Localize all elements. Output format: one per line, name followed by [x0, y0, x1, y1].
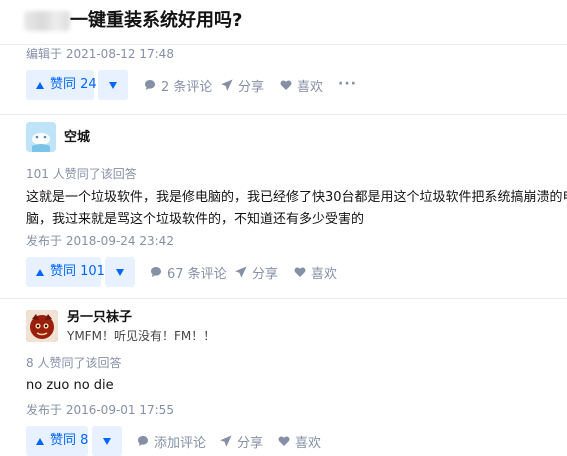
author-name[interactable]: 空城 [64, 129, 90, 147]
downvote-button[interactable] [105, 257, 135, 287]
answer-content: no zuo no die [26, 375, 546, 397]
arrow-down-icon [109, 82, 117, 89]
share-button[interactable]: 分享 [221, 75, 264, 95]
arrow-down-icon [116, 269, 124, 276]
upvote-button[interactable]: 赞同 101 [26, 257, 105, 287]
comment-label: 添加评论 [154, 435, 207, 451]
content-line: 这就是一个垃圾软件，我是修电脑的，我已经修了快30台都是用这个垃圾软件把系统搞崩… [26, 190, 567, 205]
arrow-up-icon [36, 437, 44, 445]
heart-icon [294, 267, 306, 277]
upvote-button[interactable]: 赞同 24 [26, 70, 97, 100]
arrow-up-icon [36, 268, 44, 276]
blurred-title-prefix [24, 11, 70, 31]
like-button[interactable]: 喜欢 [278, 431, 321, 451]
like-label: 喜欢 [297, 79, 324, 95]
question-header: 一键重装系统好用吗? [0, 0, 567, 45]
question-title[interactable]: 一键重装系统好用吗? [70, 8, 242, 34]
share-label: 分享 [237, 435, 264, 451]
answer-content: 这就是一个垃圾软件，我是修电脑的，我已经修了快30台都是用这个垃圾软件把系统搞崩… [26, 187, 567, 231]
avatar-image [26, 310, 58, 342]
downvote-button[interactable] [98, 70, 128, 100]
heart-icon [278, 436, 290, 446]
answer-divider [0, 114, 567, 115]
content-line: 脑，我过来就是骂这个垃圾软件的，不知道还有多少受害的 [26, 212, 365, 227]
share-label: 分享 [238, 79, 265, 95]
comment-label: 67 条评论 [167, 266, 227, 282]
comment-icon [151, 267, 161, 277]
like-button[interactable]: 喜欢 [294, 262, 337, 282]
downvote-button[interactable] [92, 426, 122, 456]
arrow-up-icon [36, 81, 44, 89]
like-label: 喜欢 [295, 435, 322, 451]
upvote-count-note: 8 人赞同了该回答 [26, 356, 122, 370]
like-label: 喜欢 [311, 266, 338, 282]
share-icon [235, 266, 247, 278]
author-name[interactable]: 另一只袜子 [67, 309, 132, 327]
upvote-label: 赞同 24 [50, 77, 97, 92]
share-button[interactable]: 分享 [235, 262, 278, 282]
published-time[interactable]: 发布于 2016-09-01 17:55 [26, 401, 174, 419]
comment-label: 2 条评论 [161, 79, 213, 95]
share-button[interactable]: 分享 [220, 431, 263, 451]
author-bio: YMFM！听见没有！FM！！ [67, 329, 216, 343]
like-button[interactable]: 喜欢 [280, 75, 323, 95]
upvote-label: 赞同 8 [50, 433, 89, 448]
heart-icon [280, 80, 292, 90]
comment-button[interactable]: 67 条评论 [150, 262, 227, 282]
upvote-count-note: 101 人赞同了该回答 [26, 167, 137, 181]
share-label: 分享 [252, 266, 279, 282]
upvote-label: 赞同 101 [50, 264, 105, 279]
comment-icon [138, 436, 148, 446]
arrow-down-icon [103, 438, 111, 445]
avatar[interactable] [26, 122, 56, 152]
upvote-button[interactable]: 赞同 8 [26, 426, 88, 456]
answer-divider [0, 298, 567, 299]
share-icon [220, 435, 232, 447]
edited-time[interactable]: 编辑于 2021-08-12 17:48 [26, 45, 174, 63]
avatar[interactable] [26, 310, 58, 342]
comment-button[interactable]: 2 条评论 [144, 75, 212, 95]
comment-button[interactable]: 添加评论 [137, 431, 206, 451]
published-time[interactable]: 发布于 2018-09-24 23:42 [26, 232, 174, 250]
more-icon[interactable]: ··· [338, 77, 357, 91]
avatar-image [26, 122, 56, 152]
share-icon [221, 79, 233, 91]
content-line: no zuo no die [26, 378, 114, 393]
comment-icon [145, 80, 155, 90]
